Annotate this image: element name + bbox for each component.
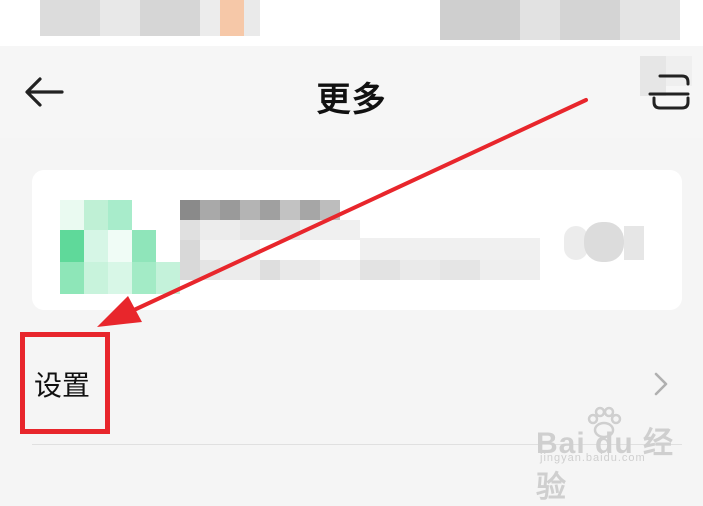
status-bar xyxy=(0,0,703,46)
avatar xyxy=(60,196,196,308)
scan-icon xyxy=(648,74,690,110)
scan-button[interactable] xyxy=(636,56,696,120)
profile-card[interactable] xyxy=(32,170,682,310)
user-info-blurred xyxy=(180,220,540,280)
chevron-right-icon xyxy=(654,372,668,396)
page-title: 更多 xyxy=(316,80,387,120)
qr-code-icon[interactable] xyxy=(564,222,644,262)
watermark-site: jingyan.baidu.com xyxy=(540,452,646,464)
top-bar: 更多 xyxy=(0,46,703,138)
user-name-blurred xyxy=(180,200,340,220)
watermark: Bai du 经验 jingyan.baidu.com xyxy=(536,402,696,504)
annotation-highlight-box xyxy=(20,332,110,434)
